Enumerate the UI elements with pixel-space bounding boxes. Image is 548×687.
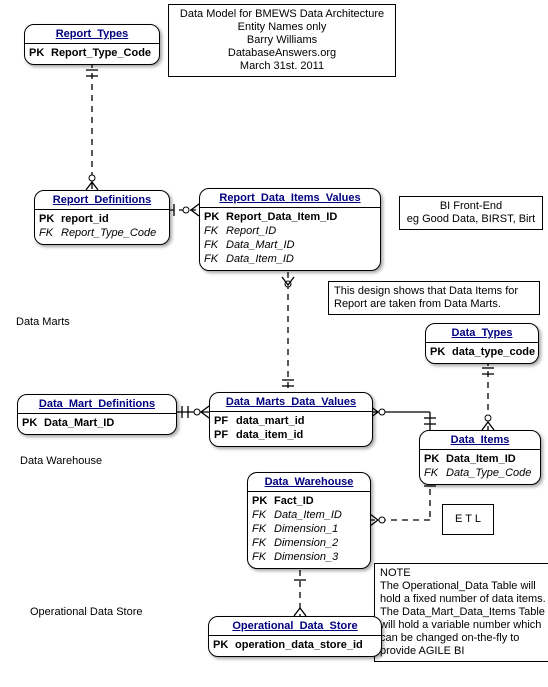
section-label-ods: Operational Data Store xyxy=(30,606,143,618)
annotation-bi-frontend: BI Front-End eg Good Data, BIRST, Birt xyxy=(399,196,543,230)
note-title: NOTE xyxy=(380,567,546,580)
entity-data-items: Data_Items PKData_Item_ID FKData_Type_Co… xyxy=(419,430,541,485)
entity-report-types: Report_Types PKReport_Type_Code xyxy=(24,24,160,65)
entity-report-data-items-values: Report_Data_Items_Values PKReport_Data_I… xyxy=(199,188,381,271)
section-label-data-marts: Data Marts xyxy=(16,316,70,328)
entity-title: Data_Warehouse xyxy=(248,473,370,492)
entity-title: Report_Data_Items_Values xyxy=(200,189,380,208)
header-line1: Data Model for BMEWS Data Architecture xyxy=(174,8,390,21)
annotation-design-note: This design shows that Data Items for Re… xyxy=(328,281,540,315)
section-label-data-warehouse: Data Warehouse xyxy=(20,455,102,467)
entity-title: Data_Types xyxy=(426,324,538,343)
header-line3: Barry Williams xyxy=(174,34,390,47)
entity-data-types: Data_Types PKdata_type_code xyxy=(425,323,539,364)
header-box: Data Model for BMEWS Data Architecture E… xyxy=(168,4,396,77)
annotation-etl: E T L xyxy=(442,504,494,535)
header-line2: Entity Names only xyxy=(174,21,390,34)
entity-title: Data_Marts_Data_Values xyxy=(210,393,372,412)
header-line4: DatabaseAnswers.org xyxy=(174,47,390,60)
entity-title: Data_Mart_Definitions xyxy=(18,395,176,414)
entity-report-definitions: Report_Definitions PKreport_id FKReport_… xyxy=(34,190,170,245)
entity-data-marts-data-values: Data_Marts_Data_Values PFdata_mart_id PF… xyxy=(209,392,373,447)
note-body: The Operational_Data Table will hold a f… xyxy=(380,580,546,658)
header-line5: March 31st. 2011 xyxy=(174,60,390,73)
entity-title: Data_Items xyxy=(420,431,540,450)
entity-title: Report_Definitions xyxy=(35,191,169,210)
annotation-note: NOTE The Operational_Data Table will hol… xyxy=(374,563,548,662)
entity-title: Report_Types xyxy=(25,25,159,44)
entity-title: Operational_Data_Store xyxy=(209,617,381,636)
entity-data-warehouse: Data_Warehouse PKFact_ID FKData_Item_ID … xyxy=(247,472,371,569)
entity-operational-data-store: Operational_Data_Store PKoperation_data_… xyxy=(208,616,382,657)
entity-data-mart-definitions: Data_Mart_Definitions PKData_Mart_ID xyxy=(17,394,177,435)
